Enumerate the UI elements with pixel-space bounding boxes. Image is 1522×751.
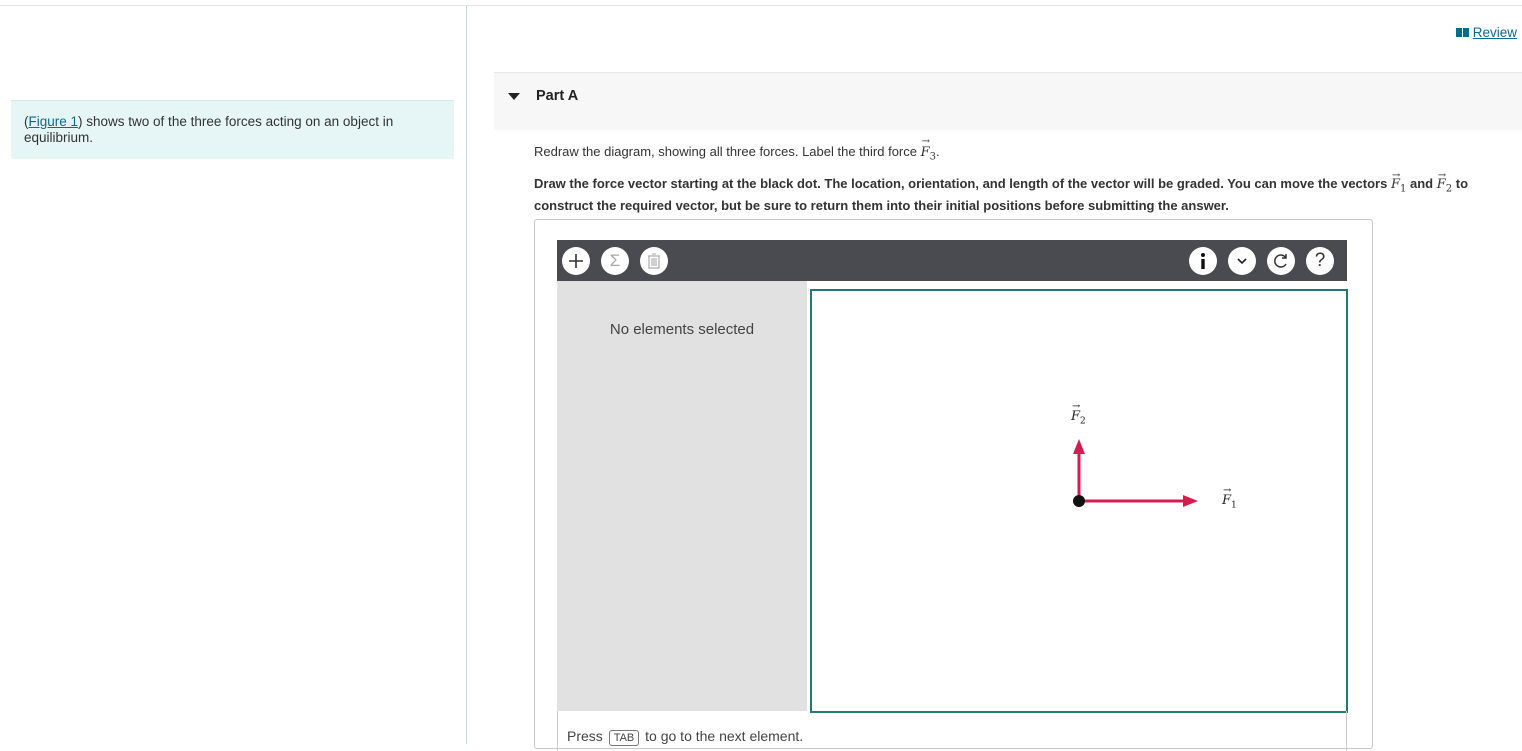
info-icon[interactable] <box>1189 247 1217 275</box>
trash-icon[interactable] <box>640 247 668 275</box>
properties-panel: No elements selected <box>557 281 807 711</box>
help-icon[interactable]: ? <box>1306 247 1334 275</box>
no-selection-message: No elements selected <box>609 321 755 338</box>
sigma-icon[interactable]: Σ <box>601 247 629 275</box>
chevron-down-icon[interactable] <box>1228 247 1256 275</box>
origin-dot <box>1073 495 1085 507</box>
part-title: Part A <box>536 88 579 104</box>
keyboard-hint-bar: Press TAB to go to the next element. <box>557 711 1347 751</box>
reset-icon[interactable] <box>1267 247 1295 275</box>
figure-link[interactable]: Figure 1 <box>29 114 79 129</box>
book-icon <box>1455 28 1469 37</box>
instruction-line-1: Redraw the diagram, showing all three fo… <box>534 136 940 163</box>
f1-math: → F1 <box>1390 170 1407 195</box>
plus-icon[interactable] <box>562 247 590 275</box>
f2-math: → F2 <box>1436 170 1453 195</box>
intro-text: (Figure 1) shows two of the three forces… <box>11 100 454 159</box>
f3-math: → F3 <box>920 136 937 163</box>
vector-f1-head[interactable] <box>1183 495 1198 507</box>
label-f2[interactable]: → F2 <box>1071 401 1086 427</box>
review-link[interactable]: Review <box>1455 25 1517 40</box>
collapse-caret-icon[interactable] <box>508 93 520 100</box>
vector-f2-head[interactable] <box>1073 439 1085 454</box>
keyboard-hint: Press TAB to go to the next element. <box>567 728 804 746</box>
drawing-toolbar: Σ ? <box>557 240 1347 281</box>
instruction-line-2: Draw the force vector starting at the bl… <box>534 170 1469 213</box>
part-a-header[interactable]: Part A <box>494 72 1522 130</box>
drawing-canvas[interactable]: → F2 → F1 <box>810 289 1348 713</box>
label-f1[interactable]: → F1 <box>1222 485 1237 511</box>
